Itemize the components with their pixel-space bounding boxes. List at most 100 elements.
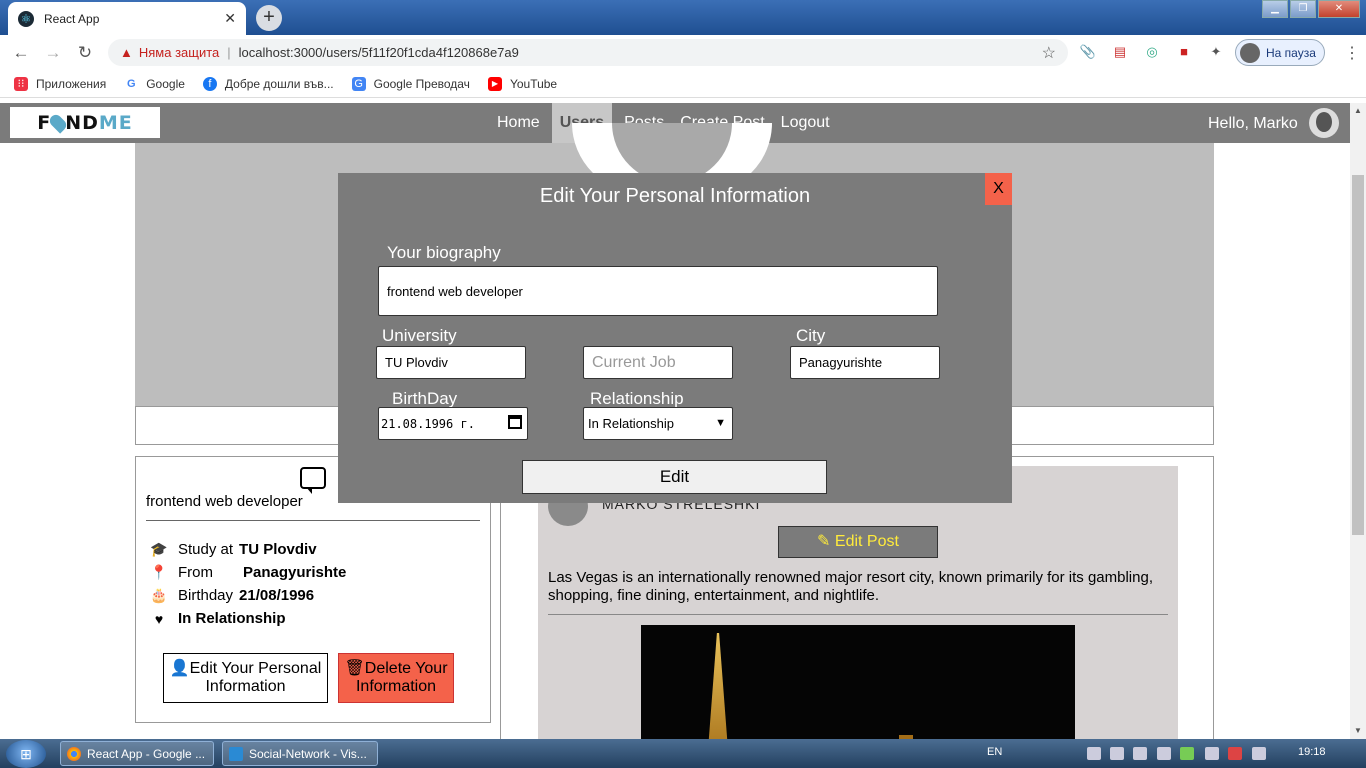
graduation-cap-icon: 🎓: [150, 541, 168, 557]
biography-input[interactable]: frontend web developer: [378, 266, 938, 316]
volume-icon[interactable]: [1252, 747, 1266, 760]
bookmark-youtube[interactable]: ▶ YouTube: [487, 76, 558, 91]
birthday-cake-icon: 🎂: [150, 587, 168, 603]
tray-icon[interactable]: [1180, 747, 1194, 760]
extension-calendar-icon[interactable]: ▤: [1111, 43, 1129, 61]
apps-icon: ⁝⁝: [14, 76, 28, 91]
new-tab-button[interactable]: +: [256, 5, 282, 31]
window-controls: ▁ ❐ ✕: [1260, 0, 1360, 18]
university-input[interactable]: TU Plovdiv: [376, 346, 526, 379]
bookmark-label: Добре дошли във...: [224, 76, 334, 91]
city-input[interactable]: Panagyurishte: [790, 346, 940, 379]
birthday-date-input[interactable]: 21.08.1996 г.: [378, 407, 528, 440]
scrollbar-thumb[interactable]: [1352, 175, 1364, 535]
reload-icon[interactable]: ↻: [70, 43, 100, 63]
windows-start-icon[interactable]: ⊞: [6, 740, 46, 768]
bookmark-star-icon[interactable]: ☆: [1042, 43, 1056, 63]
browser-titlebar: ⚛ React App ✕ + ▁ ❐ ✕: [0, 0, 1366, 35]
browser-tab[interactable]: ⚛ React App ✕: [8, 2, 246, 35]
language-indicator[interactable]: EN: [987, 746, 1002, 758]
post-text: Las Vegas is an internationally renowned…: [548, 569, 1153, 604]
task-vscode[interactable]: Social-Network - Vis...: [222, 741, 378, 766]
birthday-date-value: 21.08.1996 г.: [381, 416, 475, 431]
modal-submit-button[interactable]: Edit: [522, 460, 827, 494]
relationship-select-value: In Relationship: [588, 416, 674, 431]
task-label: Social-Network - Vis...: [249, 746, 367, 761]
divider: |: [227, 45, 231, 60]
extension-circle-icon[interactable]: ◎: [1143, 43, 1161, 61]
info-relationship: ♥ In Relationship: [148, 610, 286, 627]
chrome-icon: [67, 746, 81, 761]
tray-icon[interactable]: [1157, 747, 1171, 760]
tray-icon[interactable]: [1228, 747, 1242, 760]
translate-icon: G: [351, 76, 366, 91]
tray-icon[interactable]: [1133, 747, 1147, 760]
nav-logout[interactable]: Logout: [773, 103, 838, 143]
edit-info-label: Edit Your Personal Information: [189, 660, 322, 695]
relationship-label: Relationship: [590, 389, 684, 408]
back-icon[interactable]: ←: [6, 43, 36, 63]
post-card: MARKO STRELESHKI ✎ Edit Post Las Vegas i…: [538, 466, 1178, 739]
task-label: React App - Google ...: [87, 746, 206, 761]
tab-title: React App: [44, 11, 100, 26]
window-close-icon[interactable]: ✕: [1318, 0, 1360, 18]
info-birthday: 🎂 Birthday 21/08/1996: [148, 587, 314, 604]
edit-info-button[interactable]: 👤Edit Your Personal Information: [163, 653, 328, 703]
clock[interactable]: 19:18: [1298, 746, 1326, 758]
trash-icon: 🗑: [344, 660, 365, 677]
extensions-puzzle-icon[interactable]: ✦: [1207, 43, 1225, 61]
relationship-select[interactable]: In Relationship ▼: [583, 407, 733, 440]
scroll-down-icon[interactable]: ▼: [1350, 723, 1366, 739]
findme-logo[interactable]: F ND ME: [10, 107, 160, 138]
study-value: TU Plovdiv: [239, 541, 317, 558]
extension-clip-icon[interactable]: 📎: [1079, 43, 1097, 61]
current-job-input[interactable]: Current Job: [583, 346, 733, 379]
study-label: Study at: [178, 541, 234, 558]
minimize-icon[interactable]: ▁: [1262, 0, 1288, 18]
nav-home[interactable]: Home: [489, 103, 548, 143]
tab-close-icon[interactable]: ✕: [224, 10, 236, 27]
delete-info-button[interactable]: 🗑Delete Your Information: [338, 653, 454, 703]
user-avatar[interactable]: [1309, 108, 1339, 138]
bookmark-apps[interactable]: ⁝⁝ Приложения: [14, 76, 107, 91]
bookmark-label: YouTube: [509, 76, 558, 91]
edit-post-button[interactable]: ✎ Edit Post: [778, 526, 938, 558]
maximize-icon[interactable]: ❐: [1290, 0, 1316, 18]
bookmark-facebook[interactable]: f Добре дошли във...: [202, 76, 334, 91]
university-label: University: [382, 326, 457, 345]
vscode-icon: [229, 746, 243, 761]
extension-red-icon[interactable]: ■: [1175, 43, 1193, 61]
page-scrollbar[interactable]: ▲ ▼: [1350, 103, 1366, 739]
chat-icon[interactable]: [300, 467, 326, 494]
bookmarks-bar: ⁝⁝ Приложения G Google f Добре дошли във...…: [0, 70, 1366, 98]
eiffel-tower-shape: [707, 633, 729, 739]
menu-kebab-icon[interactable]: ⋮: [1344, 43, 1360, 63]
greeting: Hello, Marko: [1208, 115, 1298, 132]
edit-icon: ✎: [817, 533, 831, 550]
google-icon: G: [124, 76, 139, 91]
profile-button[interactable]: На пауза: [1235, 39, 1325, 66]
profile-bio: frontend web developer: [146, 493, 303, 510]
windows-taskbar: ⊞ React App - Google ... Social-Network …: [0, 739, 1366, 768]
address-bar[interactable]: ▲ Няма защита | localhost:3000/users/5f1…: [108, 39, 1068, 66]
task-chrome[interactable]: React App - Google ...: [60, 741, 214, 766]
birthday-value: 21/08/1996: [239, 587, 315, 604]
react-icon: ⚛: [18, 10, 34, 27]
url-text[interactable]: localhost:3000/users/5f11f20f1cda4f12086…: [239, 45, 519, 60]
tray-icon[interactable]: [1087, 747, 1101, 760]
bookmark-label: Приложения: [36, 76, 107, 91]
address-row: ← → ↻ ▲ Няма защита | localhost:3000/use…: [0, 35, 1366, 70]
from-value: Panagyurishte: [243, 564, 347, 581]
user-edit-icon: 👤: [169, 660, 190, 677]
dropbox-icon[interactable]: [1110, 747, 1124, 760]
signal-icon[interactable]: [1205, 747, 1219, 760]
calendar-icon[interactable]: [508, 415, 522, 429]
modal-close-button[interactable]: X: [985, 173, 1012, 205]
youtube-icon: ▶: [487, 76, 502, 91]
bookmark-translate[interactable]: G Google Преводач: [351, 76, 470, 91]
edit-info-modal: Edit Your Personal Information X Your bi…: [338, 173, 1012, 503]
scroll-up-icon[interactable]: ▲: [1350, 103, 1366, 119]
bookmark-google[interactable]: G Google: [124, 76, 185, 91]
forward-icon[interactable]: →: [38, 43, 68, 63]
logo-text-nd: ND: [65, 111, 99, 134]
